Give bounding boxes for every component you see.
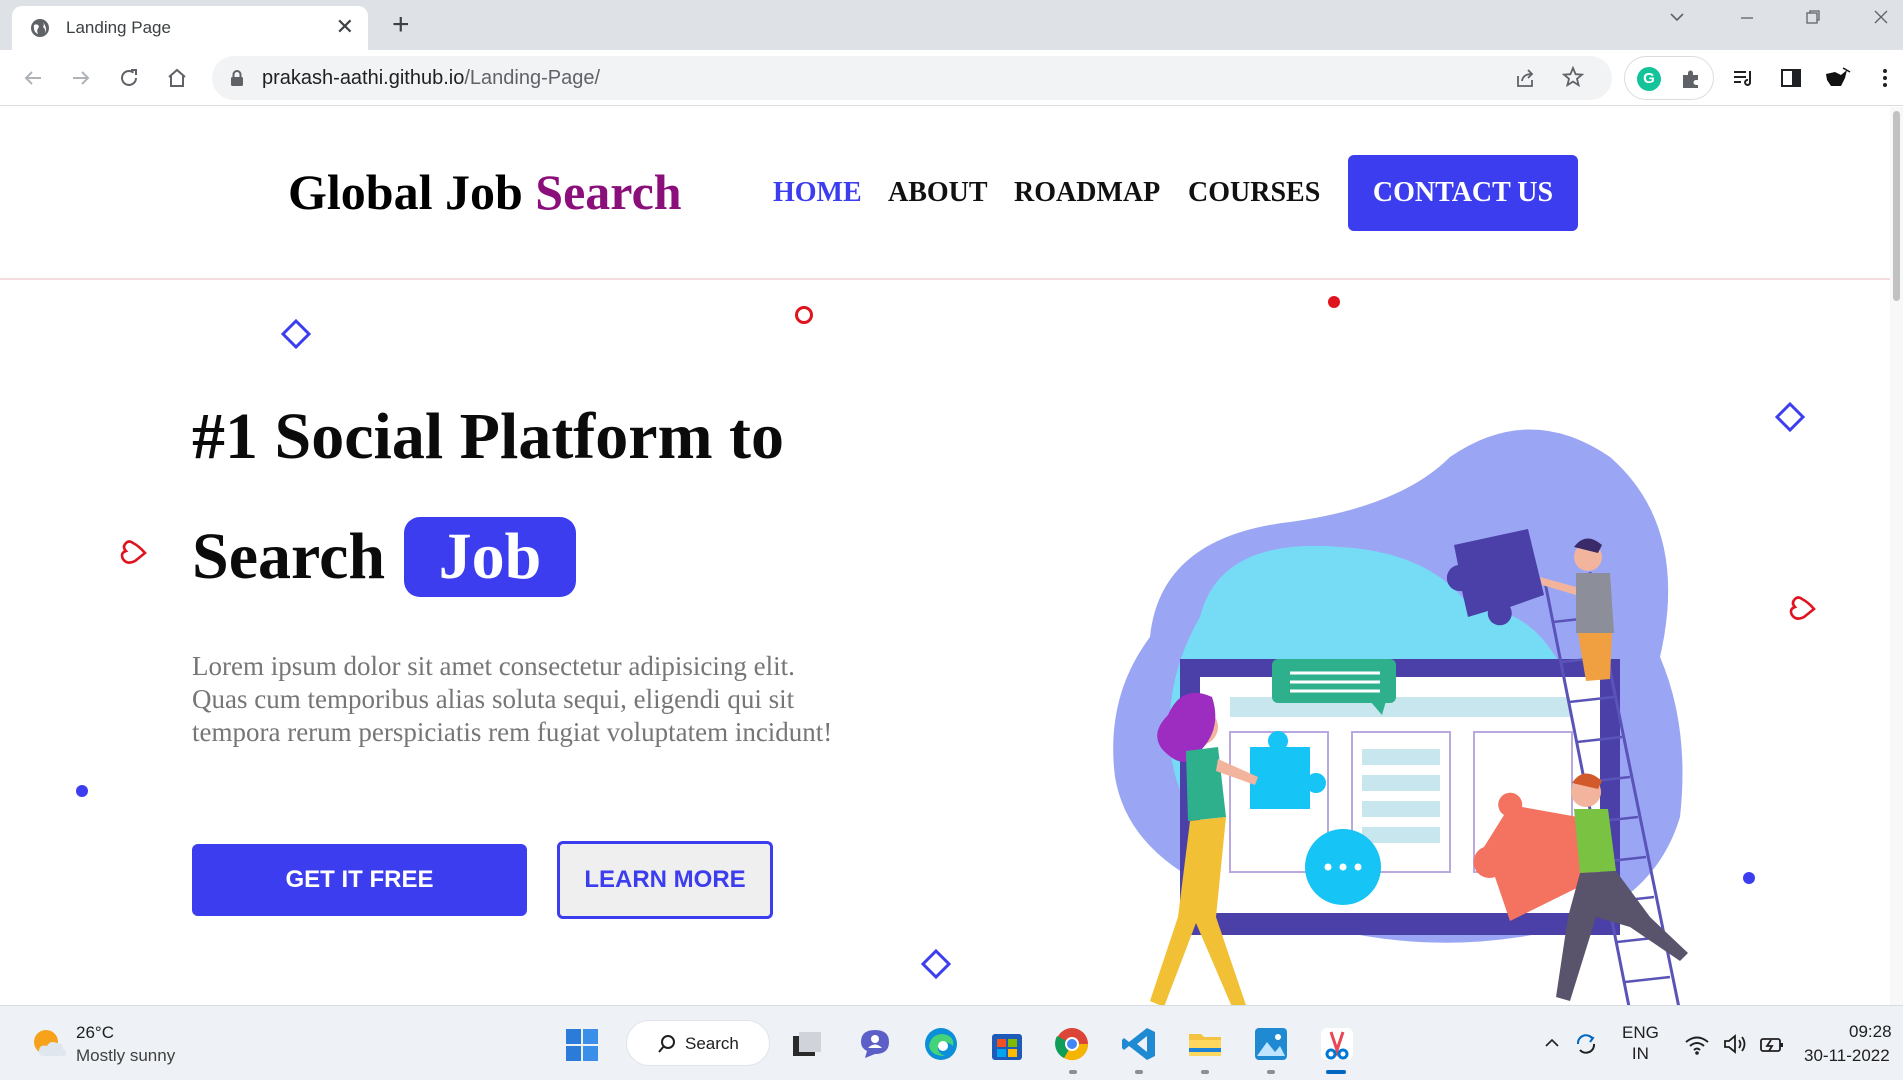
file-explorer-icon[interactable] bbox=[1185, 1024, 1225, 1064]
browser-tab-active[interactable]: Landing Page ✕ bbox=[12, 6, 368, 50]
reload-icon bbox=[121, 69, 137, 86]
running-indicator bbox=[1135, 1070, 1143, 1074]
arrow-left-icon bbox=[24, 71, 41, 85]
weather-temperature[interactable]: 26°C bbox=[76, 1023, 114, 1043]
menu-button[interactable] bbox=[1870, 63, 1900, 93]
search-label: Search bbox=[685, 1034, 739, 1053]
active-indicator bbox=[1326, 1070, 1346, 1074]
forward-button[interactable] bbox=[66, 63, 96, 93]
hero-description: Lorem ipsum dolor sit amet consectetur a… bbox=[192, 651, 833, 747]
browser-tab-strip: Landing Page ✕ + bbox=[0, 0, 1903, 50]
nav-link-courses[interactable]: COURSES bbox=[1188, 177, 1320, 209]
nav-link-about[interactable]: ABOUT bbox=[888, 177, 988, 209]
chrome-browser-icon[interactable] bbox=[1052, 1024, 1092, 1064]
wifi-icon[interactable] bbox=[1684, 1034, 1710, 1056]
teamwork-puzzle-illustration bbox=[1113, 429, 1688, 1005]
profile-button[interactable] bbox=[1822, 63, 1852, 93]
kebab-menu-icon bbox=[1883, 69, 1887, 87]
scrollbar-thumb[interactable] bbox=[1893, 111, 1900, 301]
window-close-icon[interactable] bbox=[1872, 8, 1890, 26]
input-language-indicator[interactable]: ENG IN bbox=[1622, 1022, 1659, 1064]
url-text[interactable]: prakash-aathi.github.io/Landing-Page/ bbox=[262, 67, 600, 90]
blue-dot-icon bbox=[76, 785, 88, 797]
grammarly-extension-icon[interactable]: G bbox=[1637, 67, 1661, 91]
windows-taskbar: 26°C Mostly sunny Search ENG IN 09:28 30-… bbox=[0, 1005, 1903, 1080]
task-view-icon[interactable] bbox=[787, 1024, 827, 1064]
teams-chat-icon[interactable] bbox=[855, 1024, 895, 1064]
red-dot-icon bbox=[1328, 296, 1340, 308]
vscode-icon[interactable] bbox=[1119, 1024, 1159, 1064]
running-indicator bbox=[1069, 1070, 1077, 1074]
extensions-group: G bbox=[1624, 56, 1714, 100]
contact-us-button[interactable]: CONTACT US bbox=[1348, 155, 1578, 231]
weather-description[interactable]: Mostly sunny bbox=[76, 1046, 175, 1066]
show-hidden-icons-chevron[interactable] bbox=[1542, 1033, 1562, 1053]
globe-icon bbox=[31, 19, 49, 37]
learn-more-button[interactable]: LEARN MORE bbox=[557, 841, 773, 919]
sun-cloud-icon[interactable] bbox=[30, 1028, 68, 1060]
playlist-icon bbox=[1734, 71, 1751, 86]
running-indicator bbox=[1201, 1070, 1209, 1074]
diamond-outline-icon bbox=[1774, 401, 1806, 433]
lock-icon[interactable] bbox=[230, 69, 244, 87]
clock-date[interactable]: 30-11-2022 bbox=[1804, 1046, 1890, 1066]
new-tab-button[interactable]: + bbox=[392, 10, 410, 40]
diamond-outline-icon bbox=[920, 948, 952, 980]
battery-charging-icon[interactable] bbox=[1758, 1034, 1786, 1056]
snipping-tool-icon[interactable] bbox=[1317, 1024, 1357, 1064]
circle-outline-icon bbox=[795, 306, 813, 324]
web-page: Global Job Search HOME ABOUT ROADMAP COU… bbox=[0, 107, 1890, 1005]
windows-start-icon[interactable] bbox=[565, 1028, 599, 1062]
home-icon bbox=[168, 68, 186, 87]
browser-toolbar: prakash-aathi.github.io/Landing-Page/ G bbox=[0, 50, 1903, 106]
nav-link-roadmap[interactable]: ROADMAP bbox=[1014, 177, 1160, 209]
side-panel-icon bbox=[1781, 69, 1801, 87]
hero-title-highlight: Job bbox=[404, 517, 576, 597]
side-panel-button[interactable] bbox=[1776, 63, 1806, 93]
nav-link-home[interactable]: HOME bbox=[773, 177, 862, 209]
running-indicator bbox=[1267, 1070, 1275, 1074]
hero-title-line2: Search bbox=[192, 520, 386, 593]
hero-title-line1: #1 Social Platform to bbox=[192, 400, 785, 473]
sync-status-icon[interactable] bbox=[1574, 1032, 1602, 1056]
back-button[interactable] bbox=[18, 63, 48, 93]
arrow-right-icon bbox=[73, 71, 90, 85]
microsoft-store-icon[interactable] bbox=[987, 1024, 1027, 1064]
diamond-outline-icon bbox=[280, 318, 312, 350]
get-it-free-button[interactable]: GET IT FREE bbox=[192, 844, 527, 916]
extensions-puzzle-icon[interactable] bbox=[1679, 67, 1703, 91]
page-scrollbar[interactable] bbox=[1890, 107, 1903, 1005]
site-logo[interactable]: Global Job Search bbox=[288, 163, 682, 221]
volume-icon[interactable] bbox=[1722, 1033, 1748, 1055]
profile-avatar-icon bbox=[1826, 67, 1851, 86]
taskbar-search-box[interactable]: Search bbox=[626, 1020, 770, 1066]
heart-outline-icon bbox=[1789, 596, 1816, 620]
photos-app-icon[interactable] bbox=[1251, 1024, 1291, 1064]
tab-title: Landing Page bbox=[66, 18, 171, 37]
home-button[interactable] bbox=[162, 63, 192, 93]
site-header: Global Job Search HOME ABOUT ROADMAP COU… bbox=[0, 107, 1890, 280]
window-minimize-icon[interactable] bbox=[1738, 8, 1756, 26]
media-control-button[interactable] bbox=[1728, 63, 1758, 93]
tab-close-icon[interactable]: ✕ bbox=[336, 15, 354, 39]
edge-browser-icon[interactable] bbox=[921, 1024, 961, 1064]
heart-outline-icon bbox=[120, 540, 147, 564]
reload-button[interactable] bbox=[114, 63, 144, 93]
search-icon bbox=[658, 1035, 675, 1053]
blue-dot-icon bbox=[1743, 872, 1755, 884]
bookmark-star-icon[interactable] bbox=[1562, 66, 1584, 88]
share-icon[interactable] bbox=[1514, 67, 1536, 89]
clock-time[interactable]: 09:28 bbox=[1849, 1022, 1892, 1042]
window-restore-icon[interactable] bbox=[1804, 8, 1822, 26]
address-bar[interactable]: prakash-aathi.github.io/Landing-Page/ bbox=[212, 56, 1612, 100]
tab-search-chevron-icon[interactable] bbox=[1668, 8, 1686, 26]
